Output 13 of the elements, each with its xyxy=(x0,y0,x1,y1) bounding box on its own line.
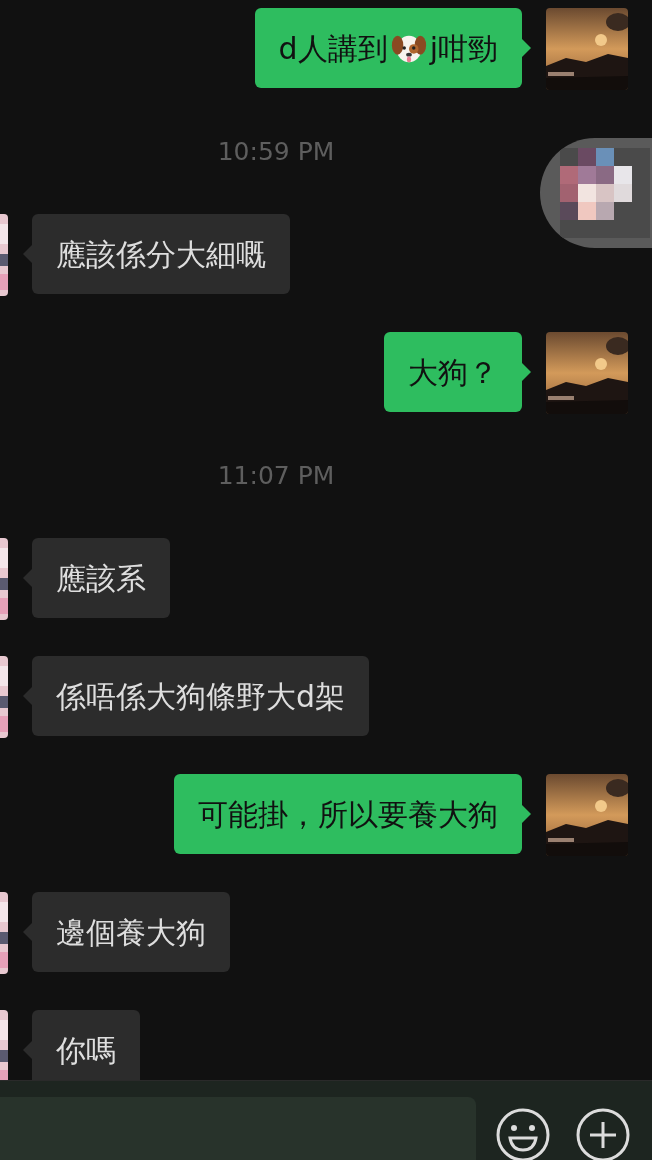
message-text: j咁勁 xyxy=(429,29,498,68)
add-icon[interactable] xyxy=(576,1108,630,1160)
timestamp: 11:07 PM xyxy=(217,460,335,493)
message-text: 大狗？ xyxy=(408,353,498,392)
message-text: d人講到 xyxy=(278,29,388,68)
message-text: 係唔係大狗條野大d架 xyxy=(56,677,346,716)
message-text: 邊個養大狗 xyxy=(56,913,206,952)
message-text: 應該系 xyxy=(56,559,146,598)
emoji-face-icon[interactable] xyxy=(496,1108,550,1160)
message-text: 可能掛，所以要養大狗 xyxy=(198,795,498,834)
message-text: 你嗎 xyxy=(56,1031,116,1070)
message-text: 應該係分大細嘅 xyxy=(56,235,266,274)
timestamp: 10:59 PM xyxy=(217,136,335,169)
